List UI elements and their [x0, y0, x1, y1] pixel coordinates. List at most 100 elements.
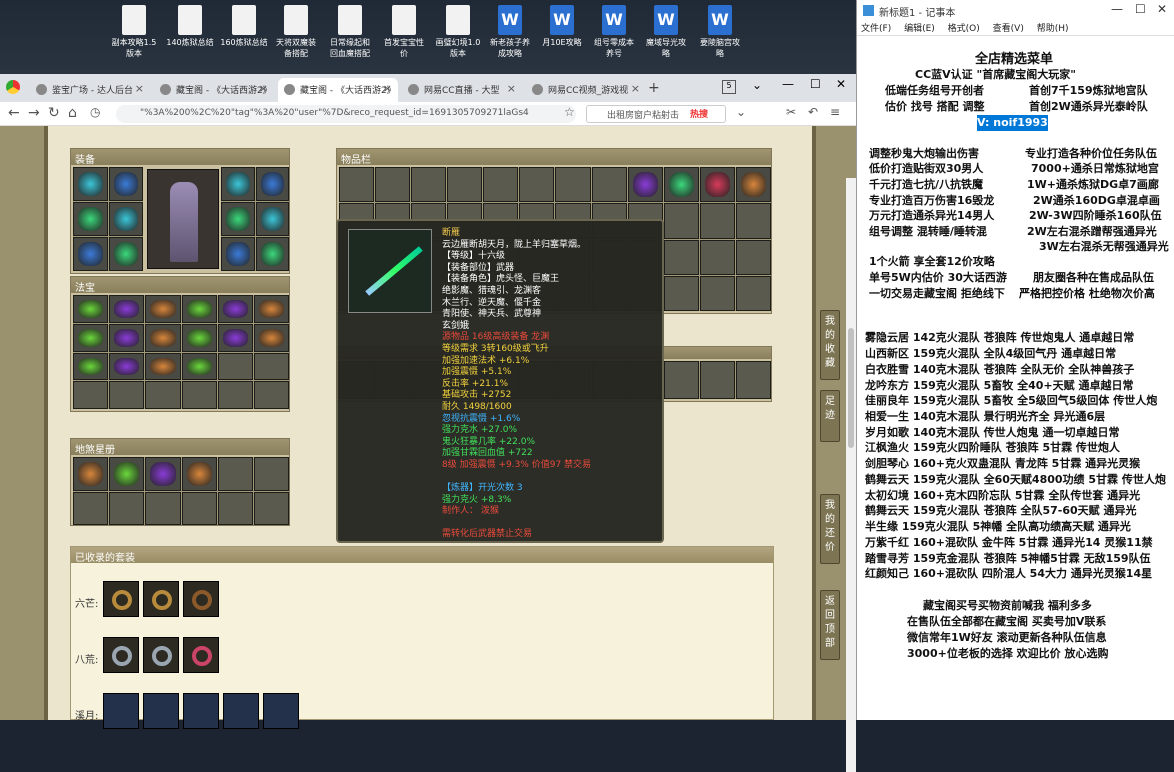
item-slot[interactable]	[411, 167, 447, 203]
desktop-file-icon[interactable]: 副本攻略1.5 版本	[110, 5, 158, 59]
realm-slot[interactable]	[181, 457, 217, 491]
realm-slot[interactable]	[73, 457, 109, 491]
treasure-slot[interactable]	[217, 323, 253, 352]
equip-slot[interactable]	[255, 202, 289, 236]
browser-tab[interactable]: 藏宝阁 - 《大话西游2》 ×	[278, 78, 398, 102]
treasure-slot[interactable]	[73, 352, 109, 381]
treasure-slot[interactable]	[181, 381, 217, 409]
history-icon[interactable]: ◷	[90, 105, 100, 119]
desktop-file-icon[interactable]: 首发宝宝性 价	[380, 5, 428, 59]
browser-tab[interactable]: 藏宝阁 - 《大话西游2》 ×	[154, 78, 274, 102]
equip-slot[interactable]	[255, 167, 289, 201]
browser-logo-icon[interactable]	[6, 80, 20, 94]
tab-close-icon[interactable]: ×	[383, 82, 392, 95]
forward-icon[interactable]: →	[28, 105, 40, 121]
suit-item[interactable]	[103, 637, 139, 673]
item-slot[interactable]	[663, 203, 699, 239]
close-icon[interactable]: ✕	[1157, 2, 1167, 16]
maximize-icon[interactable]: ☐	[810, 77, 821, 91]
dropdown-icon[interactable]: ⌄	[736, 105, 746, 119]
tab-close-icon[interactable]: ×	[507, 82, 516, 95]
equip-slot[interactable]	[73, 237, 108, 271]
star-icon[interactable]: ☆	[564, 105, 575, 119]
realm-slot[interactable]	[145, 457, 181, 491]
my-favorites-button[interactable]: 我的收藏	[820, 310, 840, 380]
treasure-slot[interactable]	[181, 323, 217, 352]
equip-slot[interactable]	[255, 237, 289, 271]
undo-icon[interactable]: ↶	[808, 105, 818, 119]
item-slot[interactable]	[735, 275, 771, 311]
item-slot[interactable]	[627, 167, 663, 203]
menu-icon[interactable]: ≡	[830, 105, 840, 119]
treasure-slot[interactable]	[109, 381, 145, 409]
suit-item[interactable]	[183, 581, 219, 617]
suit-item[interactable]	[103, 581, 139, 617]
treasure-slot[interactable]	[217, 352, 253, 381]
item-slot[interactable]	[591, 167, 627, 203]
treasure-slot[interactable]	[109, 295, 145, 323]
realm-slot[interactable]	[253, 491, 289, 525]
treasure-slot[interactable]	[253, 323, 289, 352]
item-slot[interactable]	[339, 167, 375, 203]
item-slot[interactable]	[663, 361, 699, 399]
tab-menu-icon[interactable]: ⌄	[752, 78, 762, 92]
suit-item[interactable]	[143, 693, 179, 729]
suit-item[interactable]	[183, 693, 219, 729]
suit-item[interactable]	[103, 693, 139, 729]
desktop-file-icon[interactable]: 日常缘起和 回血魔搭配	[326, 5, 374, 59]
item-slot[interactable]	[699, 167, 735, 203]
suit-item[interactable]	[223, 693, 259, 729]
realm-slot[interactable]	[181, 491, 217, 525]
item-slot[interactable]	[699, 203, 735, 239]
item-slot[interactable]	[663, 239, 699, 275]
item-slot[interactable]	[735, 361, 771, 399]
equip-slot[interactable]	[108, 237, 143, 271]
suit-item[interactable]	[143, 581, 179, 617]
desktop-file-icon[interactable]: W 组号零成本 养号	[590, 5, 638, 59]
home-icon[interactable]: ⌂	[68, 105, 77, 121]
treasure-slot[interactable]	[109, 323, 145, 352]
url-field[interactable]: "%3A%200%2C%20"tag"%3A%20"user"%7D&reco_…	[116, 105, 576, 123]
realm-slot[interactable]	[217, 457, 253, 491]
desktop-file-icon[interactable]: W 月10E攻略	[538, 5, 586, 48]
desktop-file-icon[interactable]: W 新老孩子养 成攻略	[486, 5, 534, 59]
browser-tab[interactable]: 网易CC视频_游戏视 ×	[526, 78, 646, 102]
back-icon[interactable]: ←	[8, 105, 20, 121]
suit-item[interactable]	[143, 637, 179, 673]
page-scrollbar[interactable]	[846, 178, 856, 772]
realm-slot[interactable]	[253, 457, 289, 491]
menu-edit[interactable]: 编辑(E)	[904, 24, 935, 34]
item-slot[interactable]	[699, 239, 735, 275]
my-bargain-button[interactable]: 我的还价	[820, 494, 840, 564]
item-slot[interactable]	[699, 275, 735, 311]
desktop-file-icon[interactable]: W 魔域导光攻 略	[642, 5, 690, 59]
desktop-file-icon[interactable]: 画璧幻境1.0 版本	[434, 5, 482, 59]
menu-format[interactable]: 格式(O)	[948, 24, 980, 34]
realm-slot[interactable]	[109, 457, 145, 491]
treasure-slot[interactable]	[181, 352, 217, 381]
equip-slot[interactable]	[108, 167, 143, 201]
treasure-slot[interactable]	[145, 323, 181, 352]
treasure-slot[interactable]	[253, 295, 289, 323]
suit-item[interactable]	[263, 693, 299, 729]
item-slot[interactable]	[699, 361, 735, 399]
browser-tab[interactable]: 网易CC直播 - 大型 ×	[402, 78, 522, 102]
equip-slot[interactable]	[73, 202, 108, 236]
menu-file[interactable]: 文件(F)	[861, 24, 891, 34]
new-tab-icon[interactable]: +	[648, 80, 660, 96]
equip-slot[interactable]	[73, 167, 108, 201]
notepad-text-area[interactable]: 全店精选菜单 CC蓝V认证 "首席藏宝阁大玩家" 低端任务组号开创者 首创7千159炼…	[857, 40, 1174, 720]
item-slot[interactable]	[735, 203, 771, 239]
desktop-file-icon[interactable]: 160炼狱总结	[220, 5, 268, 48]
maximize-icon[interactable]: ☐	[1135, 2, 1146, 16]
suit-item[interactable]	[183, 637, 219, 673]
tab-close-icon[interactable]: ×	[259, 82, 268, 95]
scissors-icon[interactable]: ✂	[786, 105, 796, 119]
tab-count-badge[interactable]: 5	[722, 80, 736, 94]
treasure-slot[interactable]	[253, 352, 289, 381]
item-slot[interactable]	[375, 167, 411, 203]
treasure-slot[interactable]	[253, 381, 289, 409]
item-slot[interactable]	[663, 167, 699, 203]
realm-slot[interactable]	[217, 491, 253, 525]
treasure-slot[interactable]	[145, 295, 181, 323]
